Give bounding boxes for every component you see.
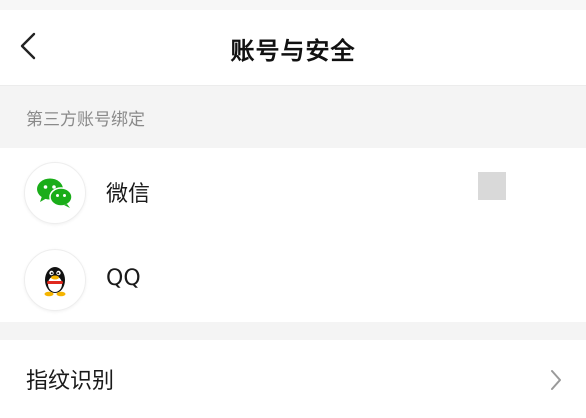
qq-penguin-icon <box>24 249 86 311</box>
binding-row-qq[interactable]: QQ <box>0 235 586 322</box>
chevron-right-icon <box>546 368 566 392</box>
wechat-icon <box>24 162 86 224</box>
qq-label: QQ <box>106 266 141 291</box>
account-security-screen: 账号与安全 第三方账号绑定 微信 QQ 指纹识别 <box>0 0 586 418</box>
binding-list: 微信 QQ <box>0 148 586 322</box>
page-title: 账号与安全 <box>230 36 356 65</box>
section-divider <box>0 322 586 340</box>
binding-row-wechat[interactable]: 微信 <box>0 148 586 235</box>
status-bar-strip <box>0 0 586 10</box>
chevron-left-icon <box>20 32 36 64</box>
fingerprint-label: 指纹识别 <box>26 369 115 394</box>
wechat-label: 微信 <box>106 181 151 207</box>
fingerprint-setting-row[interactable]: 指纹识别 <box>0 340 586 418</box>
back-button[interactable] <box>10 30 46 66</box>
wechat-bind-toggle[interactable] <box>478 172 506 200</box>
section-header-third-party: 第三方账号绑定 <box>0 86 586 148</box>
navigation-header: 账号与安全 <box>0 10 586 86</box>
